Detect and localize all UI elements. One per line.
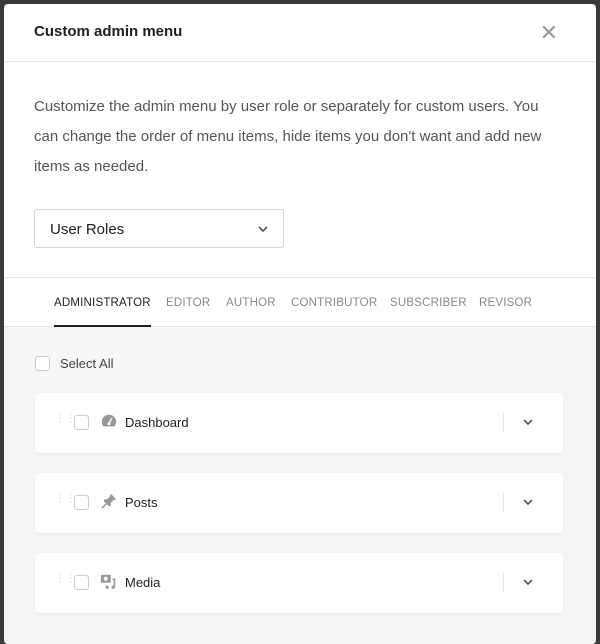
item-label: Posts: [125, 495, 158, 510]
tab-administrator[interactable]: ADMINISTRATOR: [54, 297, 151, 327]
role-tabs: ADMINISTRATOR EDITOR AUTHOR CONTRIBUTOR …: [4, 277, 596, 327]
menu-item-dashboard: ⋮⋮ Dashboard: [35, 393, 563, 453]
divider: [503, 493, 504, 513]
divider: [503, 573, 504, 593]
item-label: Dashboard: [125, 415, 189, 430]
menu-item-media: ⋮⋮ Media: [35, 553, 563, 613]
item-checkbox[interactable]: [74, 575, 89, 590]
close-icon[interactable]: ✕: [540, 20, 558, 46]
divider: [503, 413, 504, 433]
chevron-down-icon[interactable]: [521, 495, 535, 509]
media-icon: [100, 574, 116, 589]
modal-header: Custom admin menu ✕: [4, 4, 596, 62]
modal-title: Custom admin menu: [34, 23, 183, 40]
select-value: User Roles: [50, 221, 125, 238]
select-all[interactable]: Select All: [35, 356, 113, 371]
tab-contributor[interactable]: CONTRIBUTOR: [291, 297, 377, 309]
menu-item-posts: ⋮⋮ Posts: [35, 473, 563, 533]
tab-subscriber[interactable]: SUBSCRIBER: [390, 297, 467, 309]
select-all-checkbox[interactable]: [35, 356, 50, 371]
tab-revisor[interactable]: REVISOR: [479, 297, 532, 309]
item-checkbox[interactable]: [74, 495, 89, 510]
select-all-label: Select All: [60, 356, 114, 371]
menu-items-area: Select All ⋮⋮ Dashboard ⋮⋮ Posts ⋮⋮ Medi…: [4, 327, 596, 644]
description: Customize the admin menu by user role or…: [34, 98, 542, 175]
tab-author[interactable]: AUTHOR: [226, 297, 276, 309]
chevron-down-icon[interactable]: [521, 575, 535, 589]
chevron-down-icon[interactable]: [521, 415, 535, 429]
item-label: Media: [125, 575, 161, 590]
tab-editor[interactable]: EDITOR: [166, 297, 210, 309]
mode-select[interactable]: User Roles: [34, 209, 284, 248]
dashboard-icon: [101, 414, 117, 427]
chevron-down-icon: [258, 226, 268, 233]
pin-icon: [101, 493, 117, 509]
custom-admin-menu-modal: Custom admin menu ✕ Customize the admin …: [4, 4, 596, 644]
item-checkbox[interactable]: [74, 415, 89, 430]
